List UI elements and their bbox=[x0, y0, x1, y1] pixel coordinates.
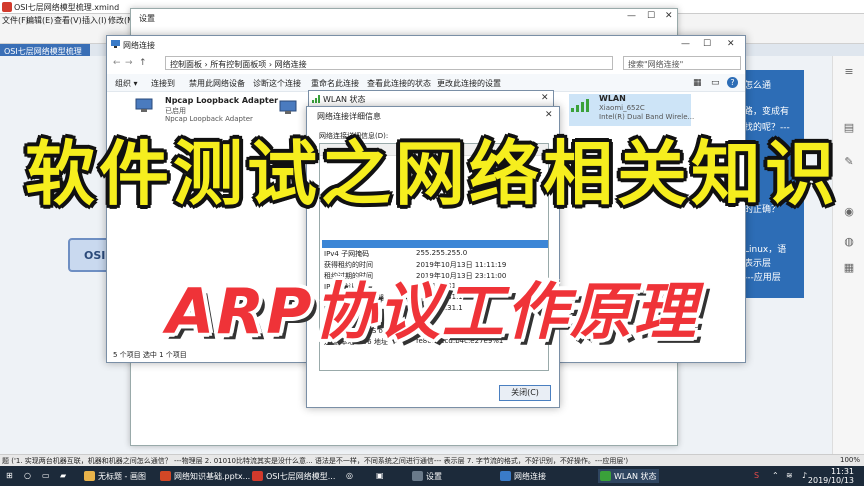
breadcrumb[interactable]: 控制面板 › 所有控制面板项 › 网络连接 bbox=[165, 56, 613, 70]
xmind-document-tab[interactable]: OSI七层网络模型梳理 bbox=[0, 44, 90, 56]
back-arrow-icon[interactable]: ← bbox=[113, 58, 121, 68]
pane-icon[interactable]: ▭ bbox=[711, 78, 720, 88]
taskbar-item-network[interactable]: 网络连接 bbox=[498, 469, 548, 483]
adapter-name: Npcap Loopback Adapter bbox=[165, 96, 279, 105]
adapter-status: Xiaomi_652C bbox=[599, 104, 645, 112]
adapter-device: Npcap Loopback Adapter bbox=[165, 115, 253, 123]
taskbar-item-chrome[interactable]: ◎ bbox=[342, 469, 368, 483]
task-icon[interactable]: ▦ bbox=[843, 262, 855, 274]
notes-line: 路，变成有 bbox=[744, 107, 790, 117]
word-icon: ▣ bbox=[376, 471, 384, 480]
powerpoint-icon bbox=[160, 471, 171, 481]
xmind-status-bar: 题 ('1. 实现两台机器互联，机器和机器之间怎么通信？ ---物理层 2. 0… bbox=[0, 454, 864, 466]
taskbar-item-settings[interactable]: 设置 bbox=[410, 469, 444, 483]
table-row-selected[interactable] bbox=[322, 240, 548, 248]
settings-title: 设置 bbox=[139, 14, 155, 23]
close-button[interactable]: 关闭(C) bbox=[499, 385, 551, 401]
paint-icon bbox=[84, 471, 95, 481]
adapter-wlan[interactable]: WLAN Xiaomi_652C Intel(R) Dual Band Wire… bbox=[569, 94, 695, 126]
outline-icon[interactable]: ≡ bbox=[843, 66, 855, 78]
status-text: 题 ('1. 实现两台机器互联，机器和机器之间怎么通信？ ---物理层 2. 0… bbox=[2, 457, 629, 465]
taskbar-item-xmind[interactable]: OSI七层网络模型... bbox=[250, 469, 337, 483]
menu-edit[interactable]: 编辑(E) bbox=[26, 15, 53, 26]
start-icon[interactable]: ⊞ bbox=[2, 469, 15, 483]
search-input[interactable]: 搜索"网络连接" bbox=[623, 56, 741, 70]
forward-arrow-icon[interactable]: → bbox=[125, 58, 133, 68]
maximize-icon[interactable]: ☐ bbox=[703, 39, 711, 49]
network-adapter-icon bbox=[279, 100, 297, 114]
tray-icon[interactable]: ⌃ bbox=[770, 469, 781, 483]
minimize-icon[interactable]: — bbox=[627, 11, 636, 21]
taskbar-item-word[interactable]: ▣ bbox=[372, 469, 398, 483]
xmind-title: OSI七层网络模型梳理.xmind bbox=[14, 3, 120, 12]
explorer-icon[interactable]: ▰ bbox=[56, 469, 68, 483]
zoom-level[interactable]: 100% bbox=[840, 456, 860, 464]
help-icon[interactable]: ? bbox=[727, 77, 738, 88]
close-icon[interactable]: ✕ bbox=[541, 93, 549, 103]
minimize-icon[interactable]: — bbox=[681, 39, 690, 49]
table-row[interactable]: 获得租约的时间 2019年10月13日 11:11:19 bbox=[322, 259, 548, 270]
adapter-npcap[interactable]: Npcap Loopback Adapter 已启用 Npcap Loopbac… bbox=[135, 96, 295, 126]
wifi-tray-icon[interactable]: ≋ bbox=[784, 469, 795, 483]
view-options-icon[interactable]: ▦ bbox=[693, 78, 702, 88]
up-arrow-icon[interactable]: ↑ bbox=[139, 58, 147, 68]
close-icon[interactable]: ✕ bbox=[665, 11, 673, 21]
xmind-icon bbox=[252, 471, 263, 481]
wifi-signal-icon bbox=[312, 95, 320, 103]
menu-file[interactable]: 文件(F) bbox=[2, 15, 29, 26]
disable-device-button[interactable]: 禁用此网络设备 bbox=[189, 78, 245, 89]
network-icon bbox=[500, 471, 511, 481]
network-window-title: 网络连接 bbox=[123, 41, 155, 50]
taskbar-item-paint[interactable]: 无标题 - 画图 bbox=[82, 469, 148, 483]
connect-to-button[interactable]: 连接到 bbox=[151, 78, 175, 89]
diagnose-button[interactable]: 诊断这个连接 bbox=[253, 78, 301, 89]
maximize-icon[interactable]: ☐ bbox=[647, 11, 655, 21]
close-icon[interactable]: ✕ bbox=[545, 110, 553, 120]
change-settings-button[interactable]: 更改此连接的设置 bbox=[437, 78, 501, 89]
network-status-bar: 5 个项目 选中 1 个项目 bbox=[113, 351, 187, 359]
menu-view[interactable]: 查看(V) bbox=[54, 15, 82, 26]
menu-insert[interactable]: 插入(I) bbox=[82, 15, 107, 26]
chrome-icon: ◎ bbox=[346, 471, 353, 480]
gear-icon bbox=[412, 471, 423, 481]
notes-line: 找的呢？--- bbox=[744, 123, 790, 133]
search-icon[interactable]: ○ bbox=[20, 469, 33, 483]
address-bar: ← → ↑ 控制面板 › 所有控制面板项 › 网络连接 搜索"网络连接" bbox=[107, 54, 745, 72]
close-icon[interactable]: ✕ bbox=[727, 39, 735, 49]
taskbar-item-pptx[interactable]: 网络知识基础.pptx... bbox=[158, 469, 252, 483]
network-icon bbox=[111, 40, 120, 48]
notes-line: 怎么通 bbox=[744, 81, 772, 91]
format-icon[interactable]: ▤ bbox=[843, 122, 855, 134]
taskbar: ⊞ ○ ▭ ▰ 无标题 - 画图 网络知识基础.pptx... OSI七层网络模… bbox=[0, 466, 864, 486]
wlan-status-title: WLAN 状态 bbox=[323, 95, 366, 104]
overlay-subheadline: ARP协议工作原理 bbox=[166, 275, 698, 348]
taskbar-clock[interactable]: 11:31 2019/10/13 bbox=[808, 467, 854, 485]
task-view-icon[interactable]: ▭ bbox=[38, 469, 52, 483]
comment-icon[interactable]: ◍ bbox=[843, 236, 855, 248]
right-sidebar: ≡ ▤ ✎ ◉ ◍ ▦ bbox=[832, 56, 864, 454]
view-status-button[interactable]: 查看此连接的状态 bbox=[367, 78, 431, 89]
overlay-headline: 软件测试之网络相关知识 bbox=[25, 133, 839, 215]
taskbar-item-wlan[interactable]: WLAN 状态 bbox=[598, 469, 659, 483]
notes-line: 表示层 bbox=[744, 259, 772, 269]
notes-line: Linux，语 bbox=[744, 245, 787, 255]
network-adapter-icon bbox=[135, 98, 153, 112]
xmind-logo-icon bbox=[2, 2, 12, 12]
adapter-name: WLAN bbox=[599, 94, 626, 103]
table-row[interactable]: IPv4 子网掩码 255.255.255.0 bbox=[322, 248, 548, 259]
organize-button[interactable]: 组织 ▾ bbox=[115, 78, 138, 89]
input-method-icon[interactable]: S bbox=[752, 469, 761, 483]
network-window-title-bar: 网络连接 — ☐ ✕ bbox=[107, 36, 745, 52]
details-title: 网络连接详细信息 bbox=[317, 112, 381, 121]
adapter-device: Intel(R) Dual Band Wirele... bbox=[599, 113, 695, 121]
wifi-signal-icon bbox=[600, 471, 611, 481]
wifi-signal-icon bbox=[571, 99, 589, 112]
rename-button[interactable]: 重命名此连接 bbox=[311, 78, 359, 89]
